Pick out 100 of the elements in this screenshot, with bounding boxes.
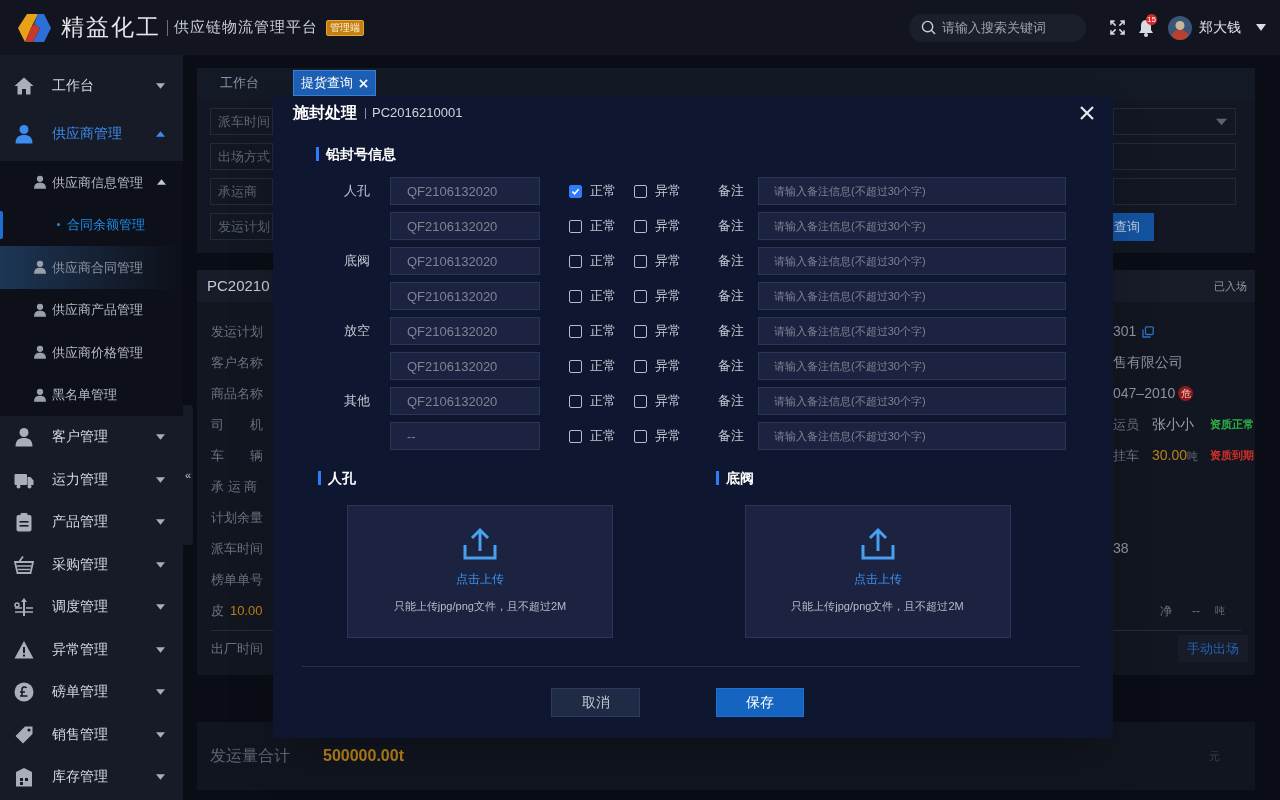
tab[interactable]: 工作台 xyxy=(197,70,281,96)
field-value: 301 xyxy=(1113,322,1137,341)
note-field[interactable]: 请输入备注信息(不超过30个字) xyxy=(758,212,1066,240)
caret-down-icon[interactable] xyxy=(1256,24,1266,31)
basket-icon xyxy=(14,554,34,575)
filter-field[interactable]: 派车时间 xyxy=(210,108,273,135)
checkbox[interactable] xyxy=(569,359,582,373)
search-input[interactable]: 请输入搜索关键词 xyxy=(942,17,1082,38)
checkbox[interactable] xyxy=(634,289,647,303)
collapse-toggle[interactable]: « xyxy=(183,405,193,545)
upload-icon xyxy=(860,527,895,561)
upload-area[interactable]: 点击上传 只能上传jpg/png文件，且不超过2M xyxy=(347,505,613,638)
field-label: 备注 xyxy=(718,322,745,341)
submenu-item[interactable]: 供应商产品管理 xyxy=(0,288,183,331)
pound-icon xyxy=(14,682,34,703)
submenu-item[interactable]: 合同余额管理 xyxy=(0,203,183,246)
field-label: 司 机 xyxy=(211,415,263,434)
checkbox[interactable] xyxy=(569,289,582,303)
submenu-item[interactable]: 供应商价格管理 xyxy=(0,331,183,374)
sidebar-item[interactable]: 工作台 xyxy=(0,64,183,107)
field-label: 净 xyxy=(1160,602,1172,620)
seal-code-field[interactable]: QF2106132020 xyxy=(390,212,540,240)
field-label: 备注 xyxy=(718,182,745,201)
select-field[interactable] xyxy=(1113,108,1236,135)
sidebar-item[interactable]: 客户管理 xyxy=(0,416,183,459)
sidebar-item[interactable]: 采购管理 xyxy=(0,543,183,586)
seal-code-field[interactable]: QF2106132020 xyxy=(390,282,540,310)
checkbox[interactable] xyxy=(569,219,582,233)
upload-hint: 只能上传jpg/png文件，且不超过2M xyxy=(791,599,964,614)
checkbox[interactable] xyxy=(634,184,647,198)
sidebar-item[interactable]: 供应商管理 xyxy=(0,107,183,161)
qualification-tag: 资质正常 xyxy=(1210,416,1254,433)
checkbox[interactable] xyxy=(634,394,647,408)
checkbox[interactable] xyxy=(569,394,582,408)
field-value: 38 xyxy=(1113,539,1129,558)
cancel-button[interactable]: 取消 xyxy=(551,688,640,717)
upload-link[interactable]: 点击上传 xyxy=(853,570,902,588)
close-icon[interactable] xyxy=(1080,106,1094,120)
seal-code-field[interactable]: QF2106132020 xyxy=(390,352,540,380)
hazard-badge: 危 xyxy=(1178,386,1194,401)
checkbox[interactable] xyxy=(634,429,647,443)
sidebar-item[interactable]: 销售管理 xyxy=(0,713,183,756)
sidebar-item[interactable]: 运力管理 xyxy=(0,458,183,501)
note-field[interactable]: 请输入备注信息(不超过30个字) xyxy=(758,317,1066,345)
sidebar-item[interactable]: 调度管理 xyxy=(0,586,183,629)
checkbox-label: 异常 xyxy=(655,287,681,306)
save-button[interactable]: 保存 xyxy=(716,688,804,717)
clipboard-icon xyxy=(14,512,34,533)
fullscreen-icon[interactable] xyxy=(1110,20,1125,35)
checkbox[interactable] xyxy=(569,254,582,268)
checkbox[interactable] xyxy=(634,254,647,268)
field-label: 发运计划 xyxy=(211,322,263,341)
filter-field[interactable]: 发运计划 xyxy=(210,213,273,240)
sidebar-item[interactable]: 库存管理 xyxy=(0,756,183,799)
field-label: 备注 xyxy=(718,427,745,446)
submenu-item[interactable]: 供应商信息管理 xyxy=(0,161,183,204)
seal-code-field[interactable]: QF2106132020 xyxy=(390,177,540,205)
seal-code-field[interactable]: QF2106132020 xyxy=(390,247,540,275)
checkbox[interactable] xyxy=(634,324,647,338)
tab[interactable]: 提货查询 xyxy=(293,70,376,96)
avatar[interactable] xyxy=(1168,15,1192,40)
checkbox[interactable] xyxy=(569,429,582,443)
upload-link[interactable]: 点击上传 xyxy=(456,570,504,588)
checkbox[interactable] xyxy=(569,184,582,198)
seal-code-field[interactable]: QF2106132020 xyxy=(390,317,540,345)
note-field[interactable]: 请输入备注信息(不超过30个字) xyxy=(758,247,1066,275)
filter-field[interactable]: 出场方式 xyxy=(210,143,273,170)
checkbox[interactable] xyxy=(569,324,582,338)
seal-code-field[interactable]: -- xyxy=(390,422,540,450)
note-field[interactable]: 请输入备注信息(不超过30个字) xyxy=(758,387,1066,415)
submenu-item[interactable]: 黑名单管理 xyxy=(0,373,183,416)
logo-icon xyxy=(18,13,51,42)
checkbox-label: 正常 xyxy=(590,322,616,341)
sidebar-item[interactable]: 异常管理 xyxy=(0,628,183,671)
note-field[interactable]: 请输入备注信息(不超过30个字) xyxy=(758,177,1066,205)
upload-area[interactable]: 点击上传 只能上传jpg/png文件，且不超过2M xyxy=(744,505,1011,638)
seal-code-field[interactable]: QF2106132020 xyxy=(390,387,540,415)
copy-icon[interactable] xyxy=(1142,325,1155,338)
checkbox-label: 正常 xyxy=(590,182,616,201)
group-label: 放空 xyxy=(344,322,370,341)
person-icon xyxy=(33,260,47,275)
input-field[interactable] xyxy=(1113,178,1236,205)
filter-field[interactable]: 承运商 xyxy=(210,178,273,205)
field-label: 备注 xyxy=(718,287,745,306)
note-field[interactable]: 请输入备注信息(不超过30个字) xyxy=(758,422,1066,450)
field-value: 10.00 xyxy=(230,601,263,620)
search-field[interactable]: 请输入搜索关键词 xyxy=(909,13,1086,42)
input-field[interactable] xyxy=(1113,143,1236,170)
query-button[interactable]: 查询 xyxy=(1113,213,1154,241)
sidebar-item[interactable]: 产品管理 xyxy=(0,501,183,544)
person-icon xyxy=(33,175,47,190)
search-icon xyxy=(921,20,936,35)
person-icon xyxy=(14,124,34,144)
checkbox-label: 异常 xyxy=(655,322,681,341)
note-field[interactable]: 请输入备注信息(不超过30个字) xyxy=(758,282,1066,310)
user-name[interactable]: 郑大钱 xyxy=(1199,17,1241,38)
note-field[interactable]: 请输入备注信息(不超过30个字) xyxy=(758,352,1066,380)
sidebar-item[interactable]: 磅单管理 xyxy=(0,671,183,714)
checkbox[interactable] xyxy=(634,359,647,373)
checkbox[interactable] xyxy=(634,219,647,233)
